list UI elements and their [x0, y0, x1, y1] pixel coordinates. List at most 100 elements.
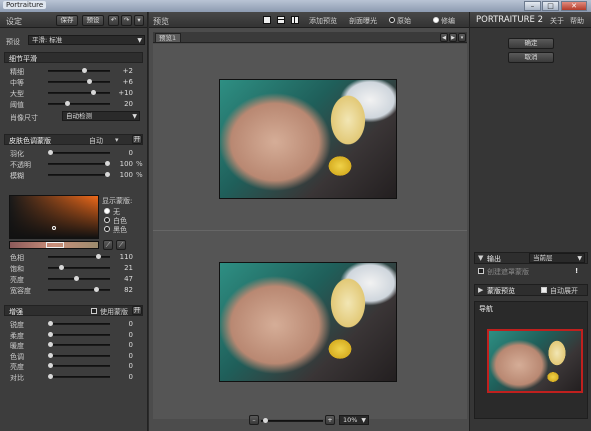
detail-slider-knob[interactable] [86, 79, 92, 84]
show-mask-radio[interactable] [104, 217, 110, 223]
eyedropper-icon[interactable]: ⟋ [103, 240, 113, 250]
zoom-slider-knob[interactable] [263, 418, 268, 423]
enhance-slider-track[interactable] [48, 344, 110, 346]
compare-button[interactable]: 剖面曝光 [349, 16, 377, 26]
minimize-button[interactable]: – [524, 1, 541, 11]
output-section-header[interactable]: ▼ 输出 当前层 ▼ [474, 252, 588, 264]
skin-color-value: 47 [124, 275, 133, 283]
skin-color-slider-track[interactable] [48, 278, 110, 280]
enhance-slider-knob[interactable] [48, 331, 53, 337]
zoom-out-button[interactable]: – [249, 415, 259, 425]
skin-mask-mode[interactable]: 自动 [89, 136, 103, 146]
zoom-dropdown[interactable]: 10% ▼ [339, 415, 369, 425]
skin-value: 100 [119, 160, 133, 168]
chevron-right-icon[interactable]: ▶ [478, 286, 483, 294]
skin-slider-knob[interactable] [105, 161, 110, 166]
use-mask-checkbox[interactable] [91, 308, 97, 314]
skin-color-picker[interactable] [9, 195, 99, 239]
close-button[interactable]: ✕ [561, 1, 587, 11]
before-radio[interactable] [389, 17, 395, 23]
skin-slider-knob[interactable] [48, 150, 53, 155]
skin-unit: % [136, 171, 143, 179]
preset-dropdown[interactable]: 平滑: 标准 ▼ [28, 35, 145, 45]
maximize-button[interactable]: □ [542, 1, 559, 11]
navigator-thumbnail[interactable] [487, 329, 583, 393]
enhance-slider-knob[interactable] [48, 352, 53, 358]
create-mask-checkbox[interactable] [478, 268, 484, 274]
ok-button[interactable]: 确定 [508, 38, 554, 49]
hue-range-bar[interactable] [9, 241, 99, 249]
color-picker-cursor[interactable] [52, 226, 56, 230]
skin-slider-track[interactable] [48, 163, 110, 165]
enhance-slider-track[interactable] [48, 354, 110, 357]
after-radio[interactable] [433, 17, 439, 23]
preset-button[interactable]: 预设 [82, 15, 104, 26]
add-preview-button[interactable]: 添加预览 [309, 16, 337, 26]
tab-prev-icon[interactable]: ◀ [440, 33, 448, 42]
enhance-label: 锐度 [10, 321, 24, 329]
tab-menu-icon[interactable]: ▾ [458, 33, 466, 42]
before-label: 原始 [397, 17, 411, 25]
skin-slider-track[interactable] [48, 152, 110, 154]
enhance-slider-knob[interactable] [48, 373, 53, 379]
tab-preview-1[interactable]: 预览1 [155, 33, 181, 43]
portrait-size-dropdown[interactable]: 自动检测 ▼ [62, 111, 140, 121]
enhance-slider-track[interactable] [48, 333, 110, 336]
hue-range-selector[interactable] [46, 242, 64, 248]
zoom-in-button[interactable]: + [325, 415, 335, 425]
detail-value: +10 [118, 89, 133, 97]
help-link[interactable]: 帮助 [570, 16, 584, 26]
detail-slider-knob[interactable] [91, 90, 97, 95]
enhance-slider-track[interactable] [48, 323, 110, 325]
split-vertical-icon[interactable] [291, 16, 299, 24]
skin-color-slider-track[interactable] [48, 267, 110, 269]
mask-preview-header[interactable]: ▶ 蒙版预览 自动展开 [474, 284, 588, 296]
settings-menu-icon[interactable]: ▾ [134, 15, 144, 26]
detail-slider-track[interactable] [48, 81, 110, 83]
enhance-slider-track[interactable] [48, 365, 110, 367]
enhance-toggle[interactable]: 开 [132, 306, 142, 315]
skin-color-slider-knob[interactable] [59, 265, 65, 270]
detail-smoothing-header[interactable]: 细节平滑 [4, 52, 143, 63]
skin-color-slider-track[interactable] [48, 289, 110, 291]
detail-slider-knob[interactable] [82, 68, 88, 73]
skin-slider-track[interactable] [48, 174, 110, 176]
skin-color-value: 110 [119, 253, 133, 261]
enhance-header[interactable]: 增强 使用蒙版 开 [4, 305, 143, 316]
zoom-slider-track[interactable] [261, 420, 323, 422]
chevron-down-icon[interactable]: ▼ [478, 254, 483, 262]
save-button[interactable]: 保存 [56, 15, 78, 26]
detail-slider-track[interactable] [48, 70, 110, 72]
split-horizontal-icon[interactable] [277, 16, 285, 24]
output-dropdown[interactable]: 当前层 ▼ [529, 253, 585, 263]
auto-expand-label: 自动展开 [550, 287, 578, 295]
enhance-slider-knob[interactable] [48, 363, 53, 368]
enhance-label: 亮度 [10, 363, 24, 371]
skin-mask-header[interactable]: 皮肤色调蒙版 自动 ▾ 开 [4, 134, 143, 145]
enhance-slider-knob[interactable] [48, 342, 53, 347]
tab-next-icon[interactable]: ▶ [449, 33, 457, 42]
enhance-slider-track[interactable] [48, 375, 110, 378]
single-view-icon[interactable] [263, 16, 271, 24]
detail-slider-track[interactable] [48, 92, 110, 94]
skin-mask-toggle[interactable]: 开 [132, 135, 142, 144]
original-preview-image [219, 79, 397, 199]
detail-slider-knob[interactable] [65, 101, 71, 106]
undo-icon[interactable]: ↶ [108, 15, 119, 26]
auto-expand-checkbox[interactable] [541, 287, 547, 293]
cancel-button[interactable]: 取消 [508, 52, 554, 63]
about-link[interactable]: 关于 [550, 16, 564, 26]
skin-slider-knob[interactable] [105, 172, 110, 177]
show-mask-radio[interactable] [104, 226, 110, 232]
skin-color-slider-knob[interactable] [93, 287, 99, 292]
skin-color-slider-knob[interactable] [96, 254, 102, 259]
show-mask-radio[interactable] [104, 208, 110, 214]
eyedropper-minus-icon[interactable]: ⟋ [116, 240, 126, 250]
enhance-slider-knob[interactable] [48, 321, 53, 326]
detail-slider-track[interactable] [48, 103, 110, 105]
enhance-label: 对比 [10, 373, 24, 382]
enhance-value: 0 [128, 362, 133, 370]
skin-color-slider-knob[interactable] [73, 276, 79, 281]
redo-icon[interactable]: ↷ [121, 15, 132, 26]
chevron-down-icon[interactable]: ▾ [115, 136, 119, 144]
